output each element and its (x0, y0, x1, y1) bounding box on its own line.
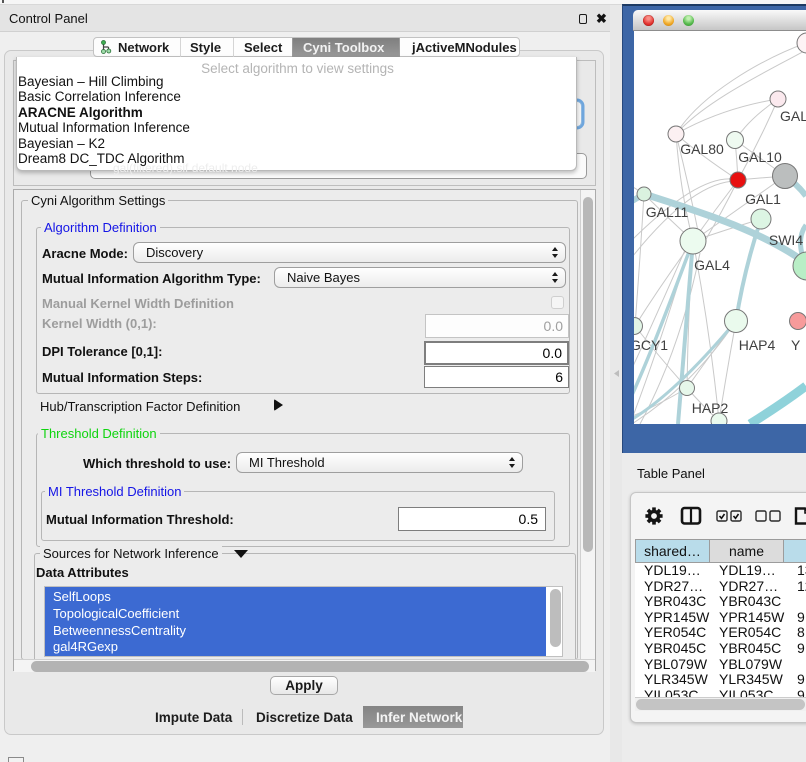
svg-text:GAL1: GAL1 (745, 191, 781, 207)
svg-text:GAL4: GAL4 (694, 257, 730, 273)
svg-text:GAL7: GAL7 (780, 108, 806, 124)
svg-text:SWI4: SWI4 (769, 232, 803, 248)
svg-text:GAL11: GAL11 (646, 204, 689, 220)
svg-text:GCY1: GCY1 (634, 337, 668, 353)
svg-text:GAL80: GAL80 (680, 141, 724, 157)
svg-text:GAL10: GAL10 (738, 149, 782, 165)
svg-text:HAP2: HAP2 (692, 400, 729, 416)
svg-text:Y: Y (791, 337, 801, 353)
svg-text:HAP4: HAP4 (739, 337, 776, 353)
